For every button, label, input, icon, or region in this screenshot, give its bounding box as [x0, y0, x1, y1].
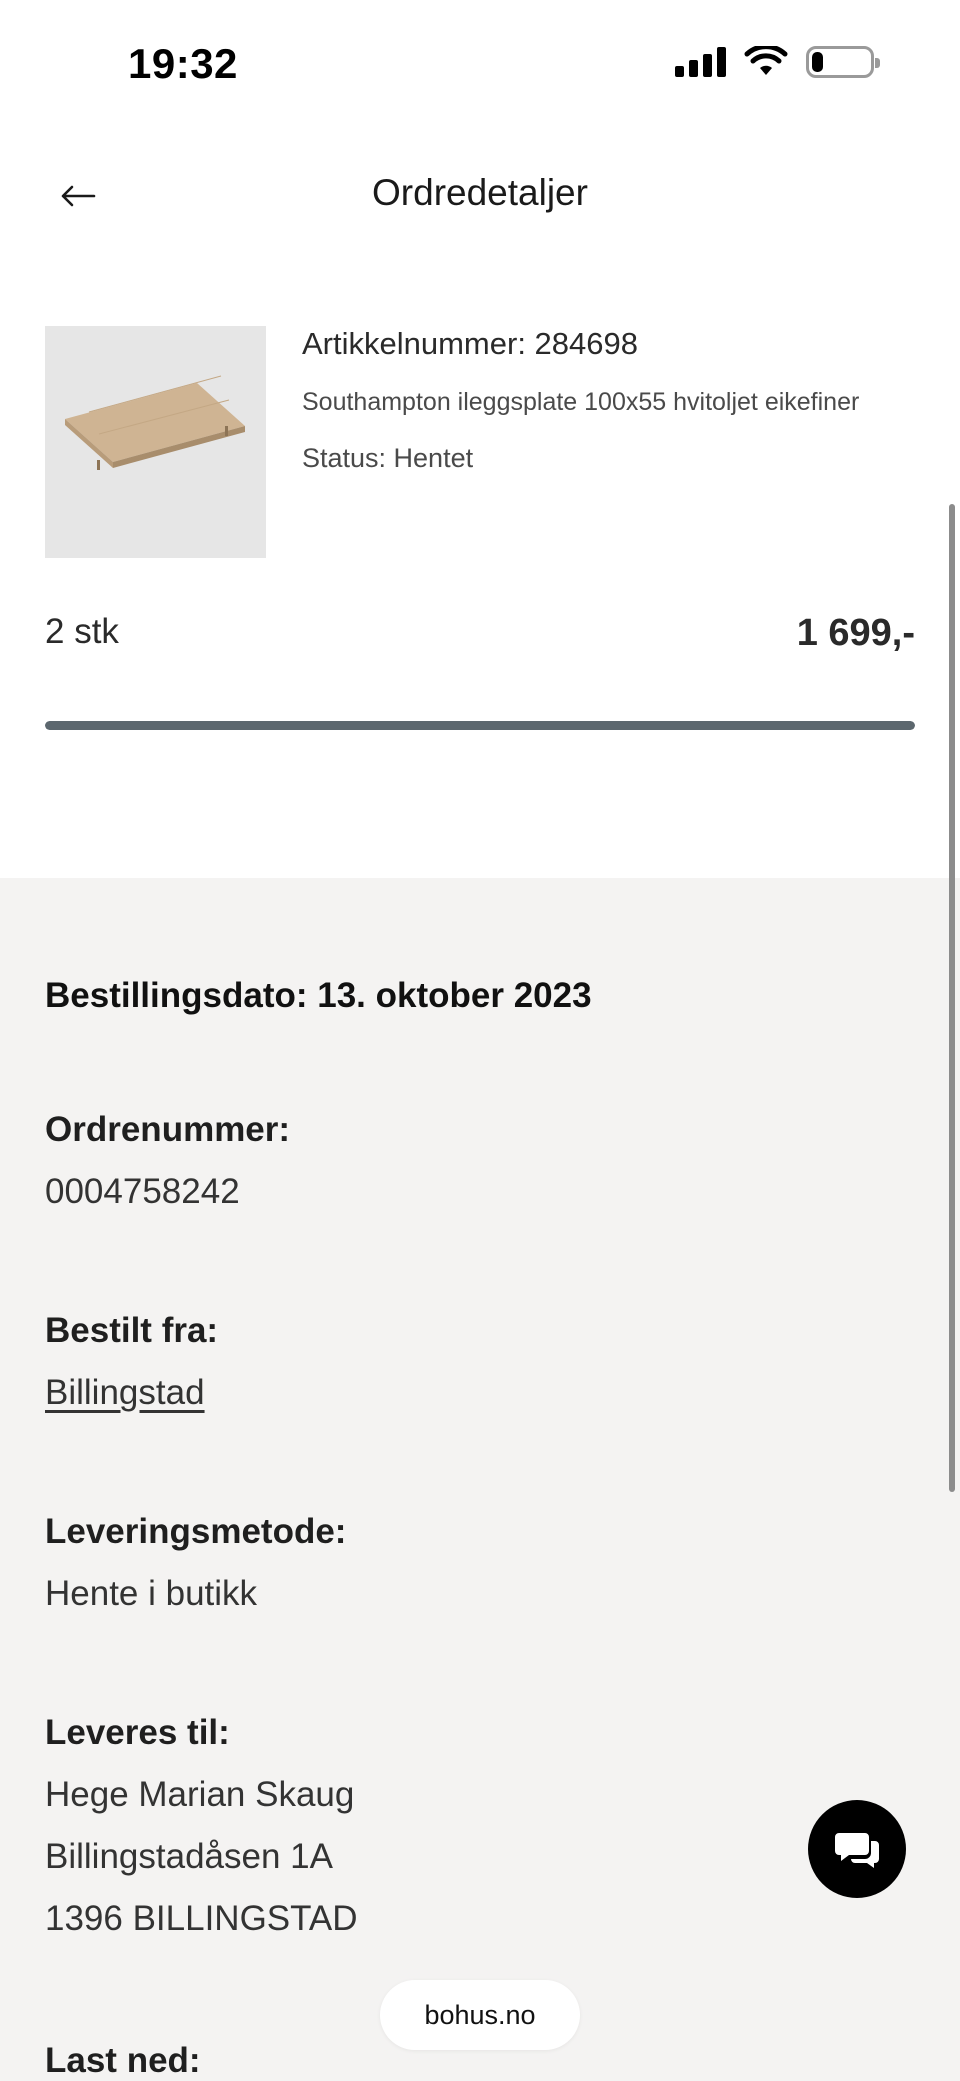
header: Ordredetaljer [0, 150, 960, 240]
wifi-icon [744, 46, 788, 75]
product-info: Artikkelnummer: 284698 Southampton ilegg… [302, 326, 922, 474]
tabletop-image [65, 375, 245, 470]
chat-icon [835, 1833, 879, 1868]
status-time: 19:32 [128, 40, 238, 87]
order-progress-bar [45, 721, 915, 730]
status-bar: 19:32 [0, 0, 960, 130]
chat-button[interactable] [808, 1800, 906, 1898]
site-url-pill[interactable]: bohus.no [380, 1980, 580, 2050]
battery-icon [806, 46, 880, 78]
deliver-to-street: Billingstadåsen 1A [45, 1837, 333, 1876]
ordered-from-link[interactable]: Billingstad [45, 1373, 205, 1413]
scrollbar[interactable] [949, 504, 955, 1492]
order-date: Bestillingsdato: 13. oktober 2023 [45, 976, 592, 1015]
product-status: Status: Hentet [302, 443, 474, 473]
deliver-to-name: Hege Marian Skaug [45, 1775, 355, 1814]
delivery-method-label: Leveringsmetode: [45, 1512, 347, 1551]
deliver-to-label: Leveres til: [45, 1713, 230, 1752]
order-progress-fill [45, 721, 915, 730]
cellular-signal-icon [675, 47, 726, 77]
ordered-from-label: Bestilt fra: [45, 1311, 219, 1350]
status-icons [675, 46, 880, 78]
order-number-label: Ordrenummer: [45, 1110, 291, 1149]
price: 1 699,- [796, 612, 915, 654]
download-label: Last ned: [45, 2041, 201, 2080]
article-number: Artikkelnummer: 284698 [302, 326, 638, 361]
order-number: 0004758242 [45, 1172, 240, 1211]
product-name: Southampton ileggsplate 100x55 hvitoljet… [302, 388, 860, 416]
battery-level [812, 52, 824, 72]
quantity: 2 stk [45, 612, 119, 651]
product-image[interactable] [45, 326, 266, 558]
deliver-to-city: 1396 BILLINGSTAD [45, 1899, 358, 1938]
page-title: Ordredetaljer [372, 172, 588, 213]
order-details-section: Bestillingsdato: 13. oktober 2023 Ordren… [0, 878, 960, 2081]
delivery-method: Hente i butikk [45, 1574, 258, 1613]
